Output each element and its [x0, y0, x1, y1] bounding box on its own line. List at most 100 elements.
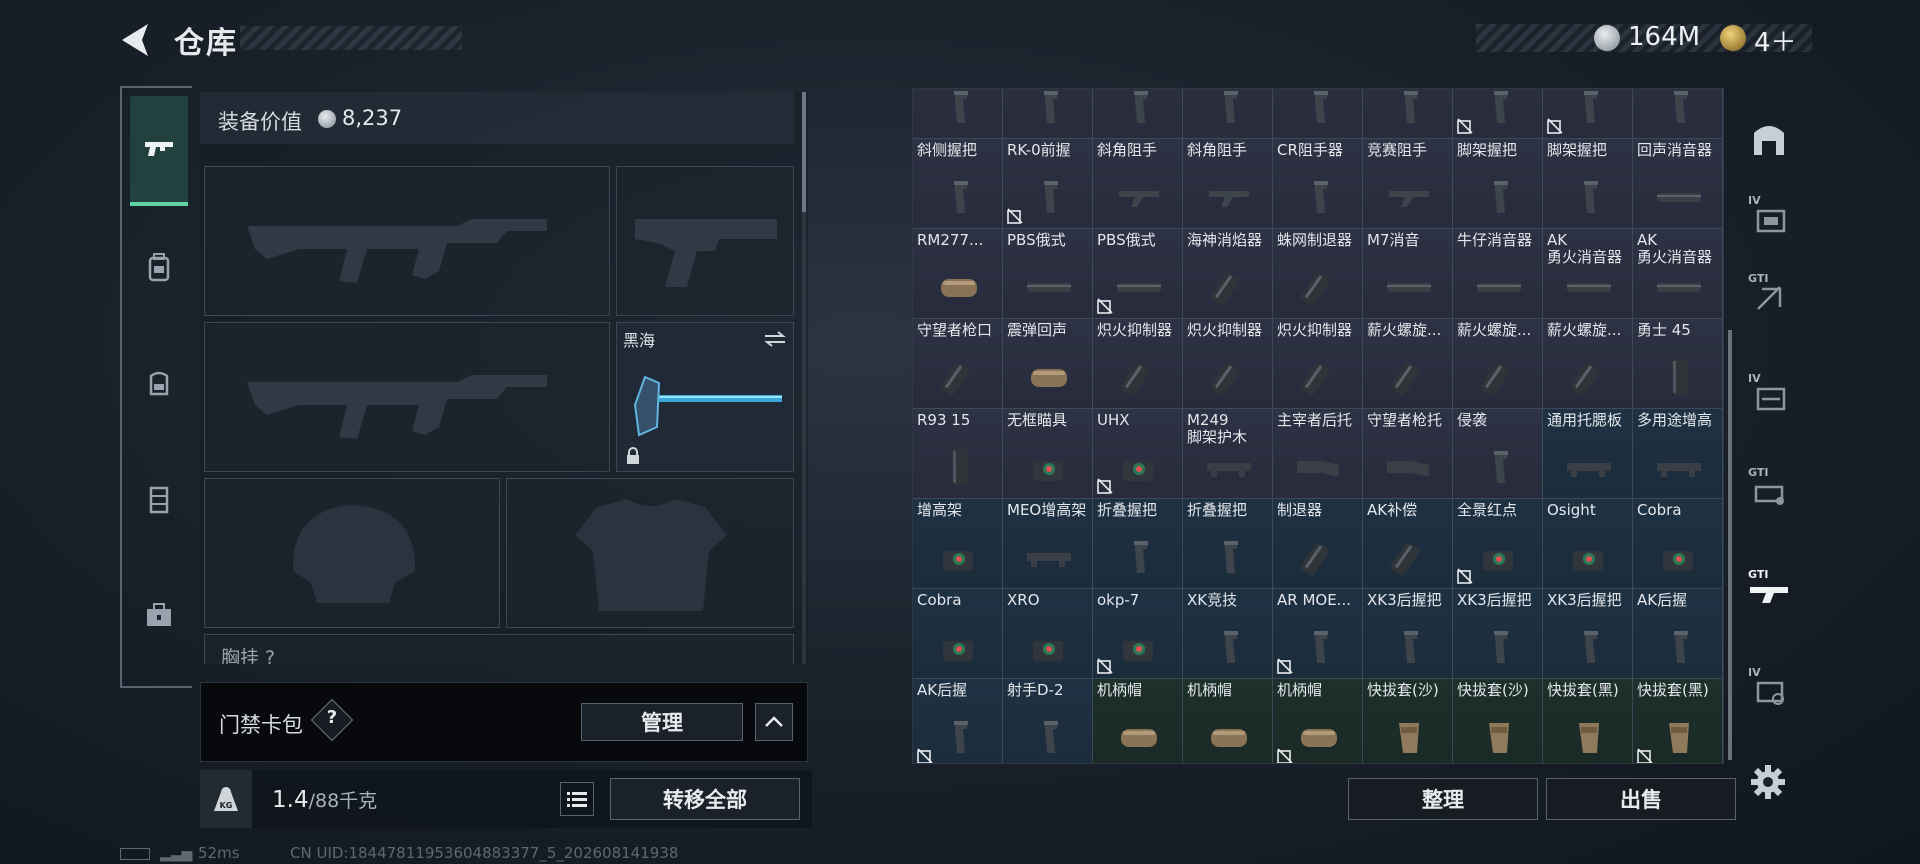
- inventory-item[interactable]: 竞赛阻手: [1363, 139, 1453, 229]
- inventory-item[interactable]: Osight: [1543, 499, 1633, 589]
- inventory-item[interactable]: RK-0前握: [1003, 139, 1093, 229]
- inventory-item[interactable]: M7消音: [1363, 229, 1453, 319]
- inventory-item[interactable]: 折叠握把: [1183, 499, 1273, 589]
- list-view-button[interactable]: [560, 782, 594, 816]
- inventory-item[interactable]: AK后握: [913, 679, 1003, 763]
- inventory-item[interactable]: 射手D-2: [1003, 679, 1093, 763]
- help-icon[interactable]: ?: [317, 707, 347, 728]
- inventory-item[interactable]: R93 15: [913, 409, 1003, 499]
- inventory-item[interactable]: 守望者枪口: [913, 319, 1003, 409]
- transfer-all-button[interactable]: 转移全部: [610, 778, 800, 820]
- inventory-item[interactable]: 侵袭: [1453, 409, 1543, 499]
- inventory-item[interactable]: 薪火螺旋...: [1363, 319, 1453, 409]
- tab-toolbox[interactable]: [130, 560, 188, 670]
- inventory-item[interactable]: 机柄帽: [1273, 679, 1363, 763]
- inventory-item[interactable]: [913, 89, 1003, 139]
- primary-weapon-slot[interactable]: [204, 166, 610, 316]
- inventory-item[interactable]: 多用途增高: [1633, 409, 1723, 499]
- inventory-item[interactable]: AK补偿: [1363, 499, 1453, 589]
- inventory-item[interactable]: [1453, 89, 1543, 139]
- inventory-item[interactable]: 回声消音器: [1633, 139, 1723, 229]
- inventory-item[interactable]: 增高架: [913, 499, 1003, 589]
- inventory-item[interactable]: 斜侧握把: [913, 139, 1003, 229]
- inventory-item[interactable]: AK 勇火消音器: [1543, 229, 1633, 319]
- tab-tier4-mods-2[interactable]: IV: [1746, 372, 1792, 418]
- inventory-item[interactable]: 薪火螺旋...: [1453, 319, 1543, 409]
- inventory-item[interactable]: 快拔套(黑): [1633, 679, 1723, 763]
- inventory-item[interactable]: 炽火抑制器: [1183, 319, 1273, 409]
- inventory-item[interactable]: [1543, 89, 1633, 139]
- secondary-weapon-slot[interactable]: [616, 166, 794, 316]
- inventory-item[interactable]: 牛仔消音器: [1453, 229, 1543, 319]
- inventory-item[interactable]: 守望者枪托: [1363, 409, 1453, 499]
- settings-button[interactable]: [1748, 762, 1788, 802]
- inventory-item[interactable]: 斜角阻手: [1093, 139, 1183, 229]
- equipment-scrollbar[interactable]: [802, 92, 806, 212]
- tab-backpack[interactable]: [130, 212, 188, 322]
- inventory-item[interactable]: CR阻手器: [1273, 139, 1363, 229]
- tab-case[interactable]: [130, 444, 188, 554]
- inventory-item[interactable]: 勇士 45: [1633, 319, 1723, 409]
- helmet-slot[interactable]: [204, 478, 500, 628]
- inventory-item[interactable]: 快拔套(黑): [1543, 679, 1633, 763]
- organize-button[interactable]: 整理: [1348, 778, 1538, 820]
- tab-weapons[interactable]: [130, 96, 188, 206]
- inventory-item[interactable]: 斜角阻手: [1183, 139, 1273, 229]
- inventory-item[interactable]: 折叠握把: [1093, 499, 1183, 589]
- inventory-item[interactable]: 炽火抑制器: [1273, 319, 1363, 409]
- inventory-item[interactable]: 海神消焰器: [1183, 229, 1273, 319]
- inventory-item[interactable]: 蛛网制退器: [1273, 229, 1363, 319]
- inventory-item[interactable]: Cobra: [1633, 499, 1723, 589]
- inventory-item[interactable]: [1093, 89, 1183, 139]
- inventory-item[interactable]: PBS俄式: [1093, 229, 1183, 319]
- armor-slot[interactable]: [506, 478, 794, 628]
- tab-gti-mods[interactable]: GTI: [1746, 272, 1792, 318]
- inventory-item[interactable]: okp-7: [1093, 589, 1183, 679]
- inventory-item[interactable]: 制退器: [1273, 499, 1363, 589]
- inventory-item[interactable]: 炽火抑制器: [1093, 319, 1183, 409]
- gold-currency-value[interactable]: 4＋: [1754, 22, 1797, 59]
- tab-all-categories[interactable]: [1746, 116, 1792, 162]
- inventory-item[interactable]: 快拔套(沙): [1453, 679, 1543, 763]
- inventory-item[interactable]: 全景红点: [1453, 499, 1543, 589]
- inventory-item[interactable]: [1003, 89, 1093, 139]
- inventory-item[interactable]: 脚架握把: [1543, 139, 1633, 229]
- inventory-item[interactable]: XK3后握把: [1453, 589, 1543, 679]
- inventory-item[interactable]: PBS俄式: [1003, 229, 1093, 319]
- inventory-item[interactable]: M249 脚架护木: [1183, 409, 1273, 499]
- collapse-button[interactable]: [755, 703, 793, 741]
- inventory-item[interactable]: [1633, 89, 1723, 139]
- inventory-item[interactable]: [1273, 89, 1363, 139]
- inventory-item[interactable]: XK竞技: [1183, 589, 1273, 679]
- tab-gti-mods-2[interactable]: GTI: [1746, 466, 1792, 512]
- inventory-item[interactable]: AK后握: [1633, 589, 1723, 679]
- inventory-item[interactable]: [1363, 89, 1453, 139]
- sell-button[interactable]: 出售: [1546, 778, 1736, 820]
- chest-rig-slot[interactable]: 胸挂 ?: [204, 634, 794, 664]
- inventory-item[interactable]: XK3后握把: [1543, 589, 1633, 679]
- inventory-item[interactable]: 震弹回声: [1003, 319, 1093, 409]
- tab-gti-rifles[interactable]: GTI: [1746, 568, 1792, 614]
- inventory-item[interactable]: XK3后握把: [1363, 589, 1453, 679]
- inventory-item[interactable]: [1183, 89, 1273, 139]
- inventory-item[interactable]: 机柄帽: [1183, 679, 1273, 763]
- inventory-item[interactable]: AK 勇火消音器: [1633, 229, 1723, 319]
- inventory-item[interactable]: 薪火螺旋...: [1543, 319, 1633, 409]
- inventory-item[interactable]: Cobra: [913, 589, 1003, 679]
- inventory-item[interactable]: 机柄帽: [1093, 679, 1183, 763]
- manage-button[interactable]: 管理: [581, 703, 743, 741]
- inventory-item[interactable]: 无框瞄具: [1003, 409, 1093, 499]
- inventory-item[interactable]: 主宰者后托: [1273, 409, 1363, 499]
- inventory-scrollbar[interactable]: [1728, 330, 1732, 760]
- inventory-item[interactable]: AR MOE...: [1273, 589, 1363, 679]
- tab-rig[interactable]: [130, 328, 188, 438]
- inventory-item[interactable]: RM277...: [913, 229, 1003, 319]
- inventory-item[interactable]: XRO: [1003, 589, 1093, 679]
- inventory-item[interactable]: 脚架握把: [1453, 139, 1543, 229]
- inventory-item[interactable]: UHX: [1093, 409, 1183, 499]
- inventory-item[interactable]: 快拔套(沙): [1363, 679, 1453, 763]
- tab-tier4-mods-3[interactable]: IV: [1746, 666, 1792, 712]
- tab-tier4-mods[interactable]: IV: [1746, 194, 1792, 240]
- melee-slot[interactable]: 黑海: [616, 322, 794, 472]
- inventory-item[interactable]: 通用托腮板: [1543, 409, 1633, 499]
